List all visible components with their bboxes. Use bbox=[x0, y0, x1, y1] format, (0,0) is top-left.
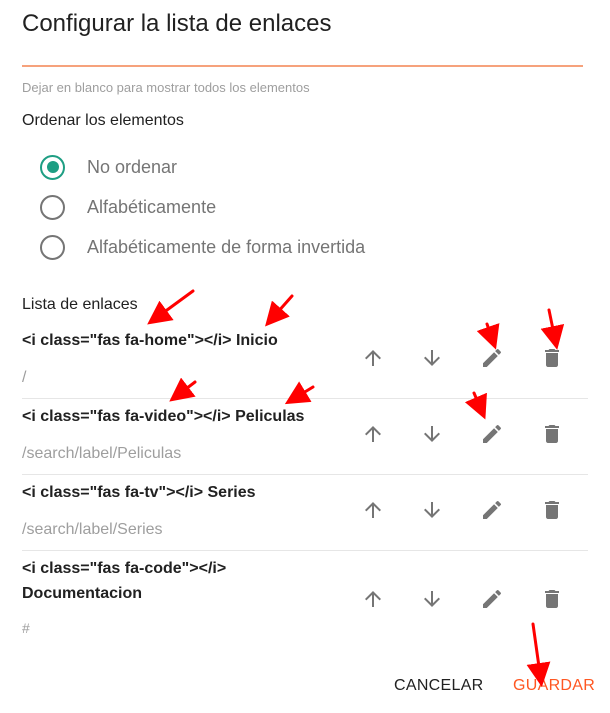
links-label: Lista de enlaces bbox=[22, 296, 138, 313]
divider bbox=[22, 550, 588, 551]
annotation-arrow bbox=[147, 289, 195, 325]
dialog-title: Configurar la lista de enlaces bbox=[22, 10, 332, 37]
save-button[interactable]: GUARDAR bbox=[513, 677, 595, 695]
edit-pencil-icon[interactable] bbox=[480, 422, 504, 446]
radio-label: No ordenar bbox=[87, 156, 178, 177]
edit-pencil-icon[interactable] bbox=[480, 498, 504, 522]
link-item-url: # bbox=[22, 620, 30, 636]
divider bbox=[22, 398, 588, 399]
annotation-arrow bbox=[265, 294, 294, 327]
delete-trash-icon[interactable] bbox=[540, 587, 564, 611]
link-item: <i class="fas fa-video"></i> Peliculas /… bbox=[22, 404, 588, 475]
sort-option-alphabetical[interactable]: Alfabéticamente bbox=[40, 194, 216, 220]
filter-hint: Dejar en blanco para mostrar todos los e… bbox=[22, 80, 310, 95]
sort-option-no-sort[interactable]: No ordenar bbox=[40, 154, 177, 180]
radio-checked[interactable] bbox=[40, 154, 65, 180]
move-down-icon[interactable] bbox=[420, 422, 444, 446]
move-up-icon[interactable] bbox=[361, 587, 385, 611]
radio-unchecked[interactable] bbox=[40, 194, 65, 220]
filter-input-underline[interactable] bbox=[22, 65, 583, 67]
link-item-url: / bbox=[22, 369, 27, 386]
link-item-text: <i class="fas fa-video"></i> Peliculas bbox=[22, 408, 305, 425]
move-down-icon[interactable] bbox=[420, 346, 444, 370]
radio-label: Alfabéticamente bbox=[87, 196, 217, 217]
link-item-text: <i class="fas fa-tv"></i> Series bbox=[22, 484, 256, 501]
sort-option-reverse[interactable]: Alfabéticamente de forma invertida bbox=[40, 234, 365, 260]
cancel-button[interactable]: CANCELAR bbox=[394, 677, 484, 695]
sort-label: Ordenar los elementos bbox=[22, 112, 184, 129]
radio-label: Alfabéticamente de forma invertida bbox=[87, 236, 366, 257]
link-item-text: <i class="fas fa-home"></i> Inicio bbox=[22, 332, 278, 349]
link-item-text: <i class="fas fa-code"></i> Documentacio… bbox=[22, 560, 227, 602]
link-item: <i class="fas fa-tv"></i> Series /search… bbox=[22, 480, 588, 551]
edit-pencil-icon[interactable] bbox=[480, 587, 504, 611]
move-up-icon[interactable] bbox=[361, 422, 385, 446]
link-item: <i class="fas fa-home"></i> Inicio / bbox=[22, 328, 588, 399]
link-item-url: /search/label/Series bbox=[22, 521, 163, 538]
edit-pencil-icon[interactable] bbox=[480, 346, 504, 370]
link-item: <i class="fas fa-code"></i> Documentacio… bbox=[22, 556, 588, 636]
move-down-icon[interactable] bbox=[420, 498, 444, 522]
delete-trash-icon[interactable] bbox=[540, 422, 564, 446]
move-up-icon[interactable] bbox=[361, 498, 385, 522]
move-up-icon[interactable] bbox=[361, 346, 385, 370]
divider bbox=[22, 474, 588, 475]
link-item-url: /search/label/Peliculas bbox=[22, 445, 182, 462]
delete-trash-icon[interactable] bbox=[540, 346, 564, 370]
move-down-icon[interactable] bbox=[420, 587, 444, 611]
radio-unchecked[interactable] bbox=[40, 234, 65, 260]
delete-trash-icon[interactable] bbox=[540, 498, 564, 522]
